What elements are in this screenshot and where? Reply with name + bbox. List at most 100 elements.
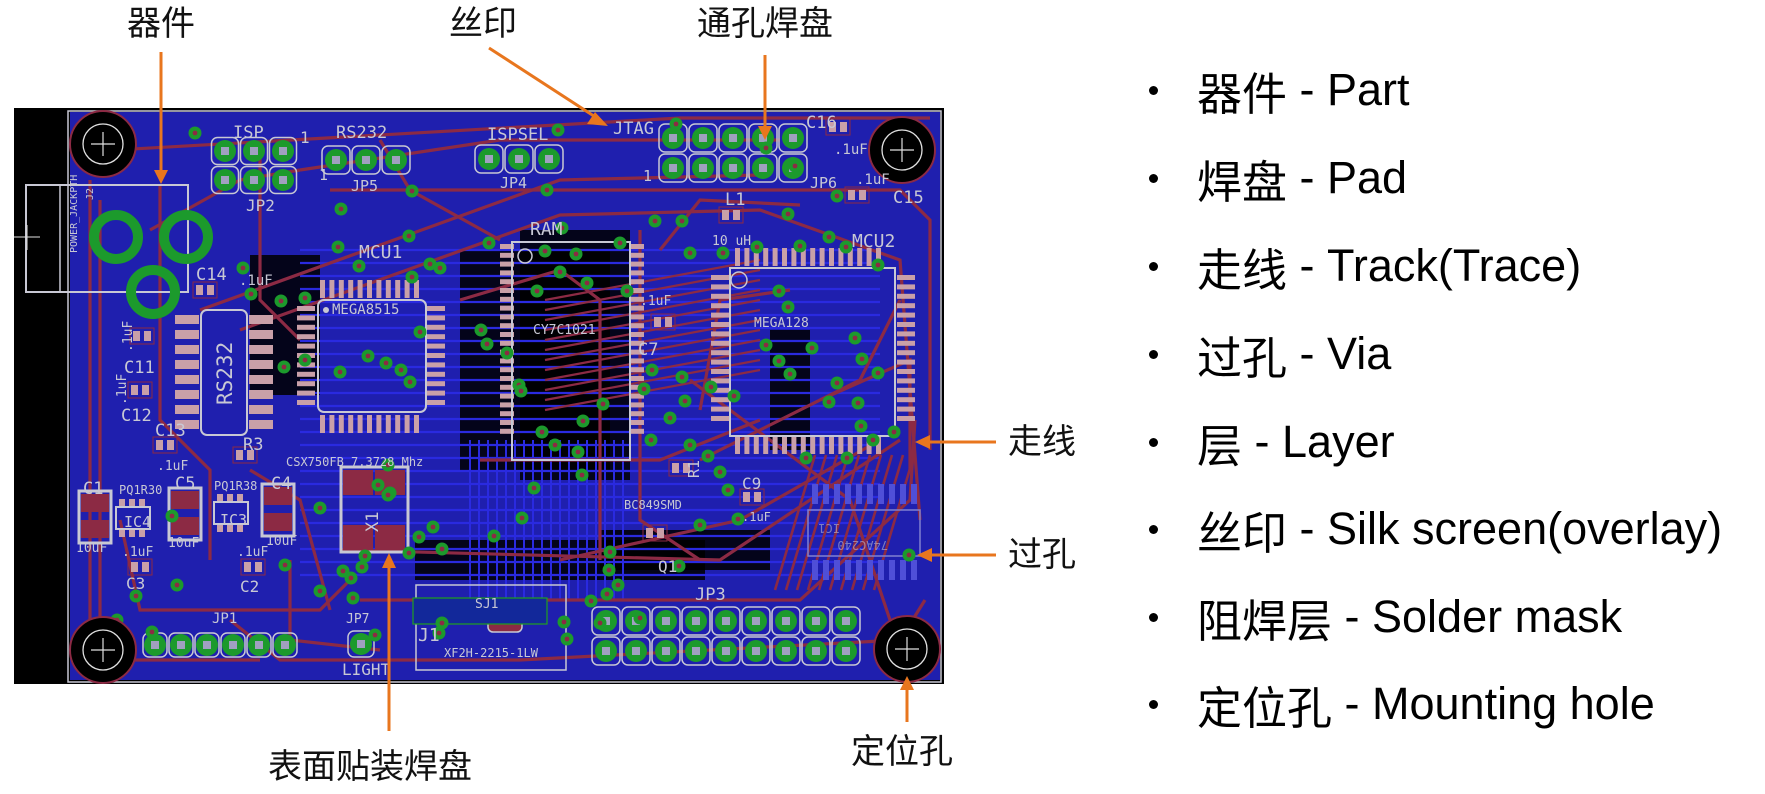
through-hole-pad-drill (789, 134, 797, 142)
smd-pad (367, 415, 372, 433)
term-zh: 丝印 (1197, 507, 1288, 559)
via-drill (584, 280, 590, 286)
smd-pad (810, 248, 816, 266)
smd-pad (338, 280, 344, 298)
via-drill (491, 533, 497, 539)
list-item: 焊盘 - Pad (1140, 152, 1407, 208)
label-mega8515: MEGA8515 (332, 302, 399, 318)
smd-pad (722, 210, 729, 220)
smd-pad (348, 280, 354, 298)
smd-pad (711, 331, 729, 337)
term-sep: - (1287, 503, 1328, 554)
term-zh: 过孔 (1197, 332, 1288, 384)
smd-pad-bottom (911, 560, 917, 580)
label-pin1-jp5: 1 (319, 166, 328, 184)
smd-pad (630, 252, 644, 258)
smd-pad (847, 436, 853, 454)
label-j2: J2 (85, 188, 96, 200)
via-drill (676, 563, 682, 569)
through-hole-pad-drill (602, 647, 610, 655)
via-drill (667, 415, 673, 421)
via-drill (834, 193, 840, 199)
smd-pad (735, 436, 740, 454)
through-hole-pad-drill (842, 617, 850, 625)
via-drill (385, 492, 391, 498)
label-c2-val: .1uF (237, 545, 268, 560)
term-zh: 器件 (1197, 68, 1288, 120)
smd-pad (119, 499, 125, 507)
smd-pad (897, 369, 915, 374)
smd-pad (237, 494, 243, 502)
smd-pad (142, 562, 149, 572)
via-drill (682, 398, 688, 404)
arrow-via (917, 548, 996, 562)
via-drill (852, 335, 858, 341)
smd-pad (782, 436, 787, 454)
smd-pad-bottom (856, 560, 862, 580)
smd-pad (142, 385, 149, 395)
smd-pad (630, 376, 644, 381)
smd-pad (144, 331, 151, 341)
through-hole-pad-drill (669, 134, 677, 142)
via-drill (409, 274, 415, 280)
via-drill (359, 564, 365, 570)
label-jp5: JP5 (351, 177, 378, 195)
term-en: Solder mask (1372, 591, 1623, 642)
smd-pad (711, 350, 729, 356)
via-drill (406, 550, 412, 556)
smd-pad (630, 323, 644, 329)
label-rs232-ic: RS232 (213, 342, 237, 405)
via-drill (787, 371, 793, 377)
via-drill (588, 598, 594, 604)
smd-pad (711, 293, 729, 299)
via-drill (763, 145, 769, 151)
via-drill (302, 295, 308, 301)
via-drill (133, 593, 139, 599)
smd-pad (630, 244, 644, 249)
smd-pad (829, 436, 834, 454)
through-hole-pad-drill (692, 647, 700, 655)
via-drill (870, 437, 876, 443)
smd-pad (320, 415, 325, 433)
through-hole-pad-drill (699, 134, 707, 142)
via-drill (417, 329, 423, 335)
list-item: 阻焊层 - Solder mask (1140, 591, 1623, 647)
smd-pad (196, 285, 203, 295)
label-ram: RAM (530, 219, 563, 240)
smd-pad-bottom (845, 560, 851, 580)
label-ic3: IC3 (220, 511, 247, 529)
through-hole-pad-drill (699, 164, 707, 172)
smd-pad (175, 330, 199, 339)
via-drill (430, 524, 436, 530)
term-en: Track(Trace) (1327, 240, 1582, 291)
smd-pad (782, 248, 787, 266)
label-l1-val: 10 uH (712, 234, 751, 249)
smd-pad (404, 415, 410, 433)
smd-pad (338, 415, 344, 433)
via-drill (555, 127, 561, 133)
smd-pad (329, 415, 335, 433)
via-drill (606, 567, 612, 573)
through-hole-pad-drill (255, 641, 263, 649)
via-drill (317, 505, 323, 511)
via-drill (302, 357, 308, 363)
via-drill (679, 374, 685, 380)
via-drill (552, 442, 558, 448)
term-sep: - (1242, 416, 1283, 467)
through-hole-pad-drill (250, 176, 258, 184)
label-q1: Q1 (658, 557, 677, 576)
via-drill (604, 591, 610, 597)
list-item: 走线 - Track(Trace) (1140, 240, 1582, 296)
label-r3: R3 (243, 435, 263, 455)
via-drill (534, 288, 540, 294)
bullet-icon (1149, 261, 1158, 271)
label-mcu1: MCU1 (359, 242, 402, 263)
label-c15: C15 (893, 188, 924, 208)
via-drill (708, 384, 714, 390)
label-c11-val: .1uF (121, 321, 136, 352)
smd-pad (744, 248, 750, 266)
smd-pad (297, 400, 315, 405)
via-drill (409, 188, 415, 194)
smd-pad (395, 415, 401, 433)
through-hole-pad-drill (357, 640, 365, 648)
